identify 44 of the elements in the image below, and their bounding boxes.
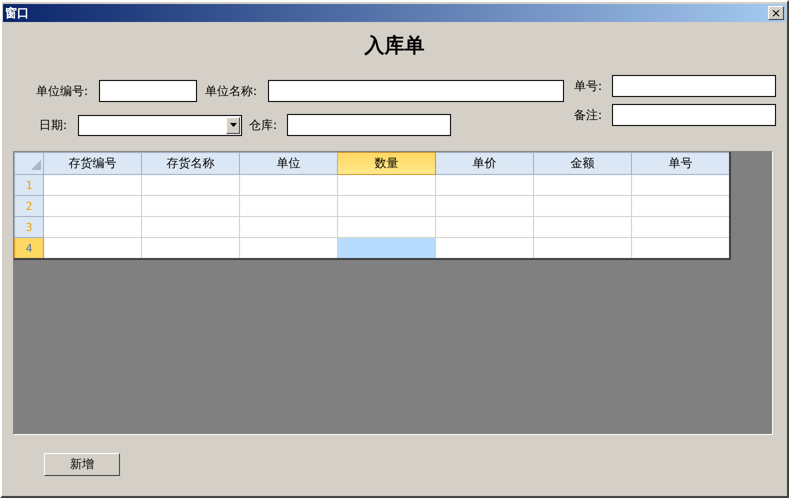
table-cell[interactable] <box>240 216 338 238</box>
table-cell[interactable] <box>436 196 534 216</box>
table-cell[interactable] <box>338 238 436 259</box>
add-button[interactable]: 新增 <box>44 453 120 476</box>
table-cell[interactable] <box>534 174 632 196</box>
input-field[interactable] <box>612 75 776 97</box>
column-header[interactable]: 单位 <box>240 152 338 174</box>
triangle-icon <box>31 160 41 170</box>
table-cell[interactable] <box>142 216 240 238</box>
column-header[interactable]: 存货编号 <box>44 152 142 174</box>
field-label: 单位编号: <box>36 82 90 100</box>
input-field[interactable] <box>268 80 564 102</box>
date-dropdown[interactable] <box>78 114 242 136</box>
form-title: 入库单 <box>363 32 426 59</box>
table-cell[interactable] <box>338 196 436 216</box>
table-cell[interactable] <box>534 196 632 216</box>
table-cell[interactable] <box>240 174 338 196</box>
field-label: 备注: <box>574 106 604 124</box>
table-cell[interactable] <box>44 174 142 196</box>
table-cell[interactable] <box>436 216 534 238</box>
column-header[interactable]: 数量 <box>338 152 436 174</box>
table-cell[interactable] <box>436 174 534 196</box>
input-field[interactable] <box>287 114 451 136</box>
table-cell[interactable] <box>142 174 240 196</box>
table-cell[interactable] <box>44 216 142 238</box>
column-header[interactable]: 单号 <box>632 152 730 174</box>
column-header[interactable]: 单价 <box>436 152 534 174</box>
close-button[interactable]: × <box>768 6 784 20</box>
table-cell[interactable] <box>44 196 142 216</box>
window-title: 窗口 <box>5 4 29 22</box>
column-header[interactable]: 金额 <box>534 152 632 174</box>
field-label: 单位名称: <box>205 82 258 100</box>
field-label: 日期: <box>39 116 68 134</box>
field-label: 仓库: <box>249 116 278 134</box>
caret-icon <box>230 123 236 127</box>
corner-header[interactable] <box>14 152 44 174</box>
input-field[interactable] <box>612 104 776 126</box>
table-cell[interactable] <box>240 196 338 216</box>
table-cell[interactable] <box>338 174 436 196</box>
table-cell[interactable] <box>534 216 632 238</box>
column-header[interactable]: 存货名称 <box>142 152 240 174</box>
table-cell[interactable] <box>142 196 240 216</box>
field-label: 单号: <box>574 78 604 94</box>
input-field[interactable] <box>99 80 197 102</box>
